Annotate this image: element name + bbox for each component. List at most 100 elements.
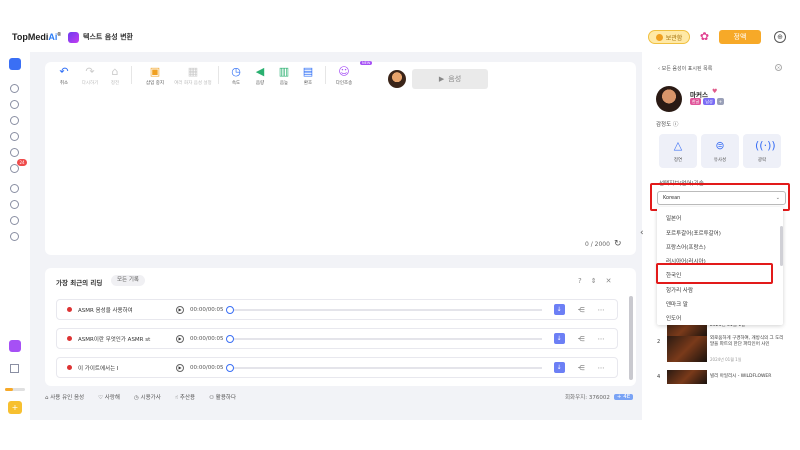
insert-pause-button[interactable]: ▣ 삽입 중지 bbox=[137, 65, 173, 87]
recharge-tag[interactable]: + 4E bbox=[613, 394, 634, 400]
language-option[interactable]: 프랑스어(프랑스) bbox=[666, 243, 706, 251]
language-option[interactable]: 헝가리 사람 bbox=[666, 286, 693, 294]
more-icon[interactable]: ⋯ bbox=[598, 335, 605, 343]
coin-icon bbox=[655, 33, 663, 41]
storage-button[interactable]: 보관함 bbox=[648, 30, 690, 44]
share-icon[interactable]: ⋲ bbox=[578, 335, 585, 343]
new-badge: NEW bbox=[360, 61, 373, 65]
multi-speaker-button[interactable]: ▦ 여러 화자 음성 설정 bbox=[173, 66, 213, 87]
voice-tag: 한글 bbox=[690, 98, 702, 105]
play-icon[interactable]: ▶ bbox=[176, 363, 184, 372]
voice-avatar[interactable] bbox=[388, 70, 406, 88]
effect-icon: ▤ bbox=[302, 65, 314, 78]
toolbar-divider bbox=[325, 66, 326, 84]
sidebar-note-icon[interactable] bbox=[10, 216, 19, 225]
refresh-icon[interactable]: ↻ bbox=[614, 239, 624, 249]
clear-icon: ⌂ bbox=[111, 65, 119, 78]
sidebar-tts-icon[interactable] bbox=[10, 84, 19, 93]
collapse-panel-icon[interactable]: ‹ bbox=[640, 228, 644, 238]
volume-button[interactable]: ◀ 음량 bbox=[248, 65, 272, 87]
footer-link[interactable]: ⌂ 사용 유인 음성 bbox=[45, 393, 84, 401]
similarity-icon: ⊜ bbox=[715, 139, 725, 152]
char-counter: 0 / 2000 bbox=[585, 241, 610, 248]
footer-link[interactable]: ◷ 시용가사 bbox=[134, 393, 161, 401]
upgrade-button[interactable]: 정액 bbox=[719, 30, 761, 44]
footer-link[interactable]: ♡ 사랑해 bbox=[98, 393, 120, 401]
multi-voice-button[interactable]: ☺ 다인조송 bbox=[331, 65, 357, 87]
history-title: 가장 최근의 리딩 bbox=[56, 279, 103, 287]
sidebar-home-icon[interactable] bbox=[9, 58, 21, 70]
play-icon[interactable]: ▶ bbox=[176, 334, 184, 343]
audio-progress-slider[interactable] bbox=[225, 305, 542, 314]
remaining-chars: 회화우지: 376002 + 4E bbox=[565, 393, 634, 401]
highlight-box bbox=[656, 263, 773, 284]
all-records-button[interactable]: 모든 기록 bbox=[111, 275, 145, 286]
more-icon[interactable]: ⋯ bbox=[598, 364, 605, 372]
sidebar-premium-icon[interactable] bbox=[9, 340, 21, 352]
dropdown-scrollbar[interactable] bbox=[780, 226, 783, 266]
video-thumbnail[interactable] bbox=[667, 336, 707, 362]
back-to-voices-link[interactable]: ‹ 모든 음성이 표시된 목록 bbox=[658, 65, 712, 72]
sidebar-voice-clone-icon[interactable] bbox=[10, 100, 19, 109]
pause-insert-icon: ▣ bbox=[149, 65, 161, 78]
multi-voice-icon: ☺ bbox=[338, 65, 350, 78]
pitch-button[interactable]: ▥ 음높 bbox=[272, 65, 296, 87]
language-option[interactable]: 일본어 bbox=[666, 214, 681, 222]
effect-button[interactable]: ▤ 환호 bbox=[296, 65, 320, 87]
triangle-icon: △ bbox=[673, 139, 683, 152]
app-title-text: 텍스트 음성 변환 bbox=[83, 33, 133, 41]
share-icon[interactable]: ⋲ bbox=[578, 306, 585, 314]
voice-tag: 남성 bbox=[703, 98, 715, 105]
audio-progress-slider[interactable] bbox=[225, 363, 542, 372]
download-icon[interactable]: ↓ bbox=[553, 333, 565, 344]
play-icon[interactable]: ▶ bbox=[176, 305, 184, 314]
speed-icon: ◷ bbox=[231, 65, 241, 78]
app-logo[interactable]: TopMediAi® bbox=[12, 32, 61, 42]
gift-icon[interactable]: ✿ bbox=[698, 30, 711, 43]
sidebar-target-icon[interactable] bbox=[10, 200, 19, 209]
language-option[interactable]: 덴마크 말 bbox=[666, 300, 688, 308]
emotion-card[interactable]: ⊜ 유사성 bbox=[701, 134, 739, 168]
redo-button[interactable]: ↷ 다시하기 bbox=[76, 66, 104, 87]
emotion-card[interactable]: ((·)) 광락 bbox=[743, 134, 781, 168]
sidebar-edit-icon[interactable] bbox=[10, 148, 19, 157]
video-rank: 2 bbox=[657, 339, 661, 345]
clear-button[interactable]: ⌂ 정전 bbox=[104, 65, 126, 87]
flag-icon bbox=[67, 307, 72, 312]
toolbar-divider bbox=[131, 66, 132, 84]
sidebar-compass-icon[interactable] bbox=[10, 232, 19, 241]
panel-close-icon[interactable]: ✕ bbox=[775, 64, 782, 71]
coin-icon[interactable]: + bbox=[8, 401, 22, 414]
record-time: 00:00/00:05 bbox=[190, 364, 224, 371]
heart-icon[interactable]: ♥ bbox=[712, 88, 717, 95]
sort-icon[interactable]: ⇕ bbox=[591, 277, 597, 285]
download-icon[interactable]: ↓ bbox=[553, 362, 565, 373]
help-icon[interactable]: ? bbox=[578, 277, 582, 285]
sidebar-mic-icon[interactable] bbox=[10, 132, 19, 141]
video-thumbnail[interactable] bbox=[667, 370, 707, 384]
footer-link[interactable]: ☝ 추산용 bbox=[175, 393, 195, 401]
footer-link[interactable]: ⚇ 활용하다 bbox=[209, 393, 236, 401]
table-row: 이 가이트에서는 I ▶ 00:00/00:05 ↓ ⋲ ⋯ bbox=[56, 357, 618, 378]
history-scrollbar[interactable] bbox=[629, 296, 633, 380]
sidebar-grid-icon[interactable] bbox=[10, 364, 19, 373]
sidebar-globe-icon[interactable] bbox=[10, 184, 19, 193]
close-icon[interactable]: ✕ bbox=[606, 277, 612, 285]
download-icon[interactable]: ↓ bbox=[553, 304, 565, 315]
audio-progress-slider[interactable] bbox=[225, 334, 542, 343]
record-time: 00:00/00:05 bbox=[190, 306, 224, 313]
language-option[interactable]: 인도어 bbox=[666, 314, 681, 322]
speed-button[interactable]: ◷ 속도 bbox=[224, 65, 248, 87]
language-option[interactable]: 포르투갈어(포르투갈어) bbox=[666, 229, 721, 237]
pitch-icon: ▥ bbox=[278, 65, 290, 78]
emotion-card[interactable]: △ 정연 bbox=[659, 134, 697, 168]
more-icon[interactable]: ⋯ bbox=[598, 306, 605, 314]
undo-button[interactable]: ↶ 취소 bbox=[52, 66, 76, 87]
volume-icon: ◀ bbox=[255, 65, 265, 78]
sidebar-music-icon[interactable] bbox=[10, 116, 19, 125]
share-icon[interactable]: ⋲ bbox=[578, 364, 585, 372]
video-rank: 4 bbox=[657, 374, 661, 380]
video-title: 외로움하게 구경하여, 개방식의 그 도리 말을 파트의 한단 파티인어 사인 bbox=[710, 336, 784, 347]
play-voice-button[interactable]: ▶ 음성 bbox=[412, 69, 488, 89]
globe-icon[interactable]: ⊕ bbox=[774, 31, 786, 43]
